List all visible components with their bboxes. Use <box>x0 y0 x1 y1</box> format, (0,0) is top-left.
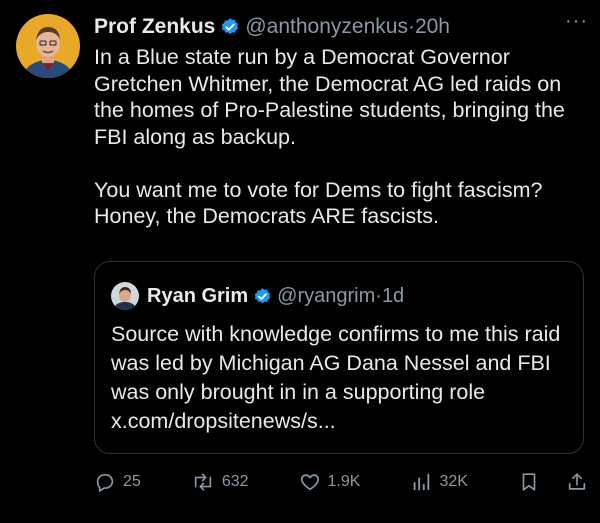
quoted-tweet-card[interactable]: Ryan Grim @ryangrim · 1d Source with kno… <box>94 261 584 454</box>
author-handle[interactable]: @anthonyzenkus <box>245 15 408 39</box>
more-icon[interactable]: ··· <box>565 10 588 33</box>
like-button[interactable]: 1.9K <box>299 471 361 493</box>
quoted-tweet-time: 1d <box>381 284 405 307</box>
views-count: 32K <box>439 473 468 490</box>
reply-count: 25 <box>123 473 141 490</box>
views-icon <box>410 471 432 493</box>
reply-icon <box>94 471 116 493</box>
share-icon[interactable] <box>566 471 588 493</box>
quoted-author-avatar <box>111 282 139 310</box>
quoted-tweet-header: Ryan Grim @ryangrim · 1d <box>111 282 404 310</box>
separator-dot: · <box>375 284 382 307</box>
quoted-tweet-body: Source with knowledge confirms to me thi… <box>111 322 561 433</box>
right-actions <box>518 471 588 493</box>
quoted-author-handle: @ryangrim <box>277 284 376 307</box>
author-avatar[interactable] <box>16 14 80 78</box>
action-bar: 25 632 1.9K 32K <box>94 467 588 497</box>
like-icon <box>299 471 321 493</box>
tweet-header: Prof Zenkus @anthonyzenkus · 20h <box>94 12 586 42</box>
verified-badge-icon <box>220 17 240 37</box>
separator-dot: · <box>407 15 415 38</box>
quoted-author-name: Ryan Grim <box>147 284 249 307</box>
like-count: 1.9K <box>327 473 361 490</box>
repost-count: 632 <box>221 473 249 490</box>
repost-icon <box>191 471 215 493</box>
tweet-paragraph: In a Blue state run by a Democrat Govern… <box>94 45 565 149</box>
bookmark-icon[interactable] <box>518 471 540 493</box>
author-name[interactable]: Prof Zenkus <box>94 15 215 39</box>
tweet-time[interactable]: 20h <box>415 15 450 39</box>
repost-button[interactable]: 632 <box>191 471 249 493</box>
views-button[interactable]: 32K <box>410 471 468 493</box>
tweet-paragraph: You want me to vote for Dems to fight fa… <box>94 177 543 229</box>
reply-button[interactable]: 25 <box>94 471 141 493</box>
verified-badge-icon <box>253 287 272 306</box>
tweet-body: In a Blue state run by a Democrat Govern… <box>94 44 590 230</box>
